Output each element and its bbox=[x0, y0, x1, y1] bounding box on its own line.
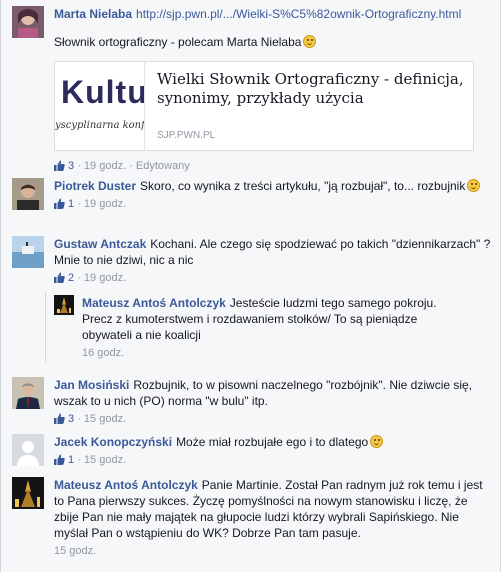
post-meta: 3 · 19 godz. · Edytowany bbox=[54, 158, 190, 174]
post: Marta Nielaba http://sjp.pwn.pl/.../Wielk… bbox=[12, 6, 492, 176]
author-name[interactable]: Mateusz Antoś Antolczyk bbox=[54, 478, 198, 492]
like-count[interactable]: 3 bbox=[54, 413, 74, 425]
preview-title[interactable]: Wielki Słownik Ortograficzny - definicja… bbox=[157, 70, 465, 108]
timestamp[interactable]: 19 godz. bbox=[84, 198, 126, 210]
like-thumb-icon bbox=[54, 160, 65, 171]
comment-body: Mateusz Antoś Antolczyk Panie Martinie. Z… bbox=[54, 477, 492, 559]
like-thumb-icon bbox=[54, 272, 65, 283]
comment: Jan Mosiński Rozbujnik, to w pisowni nacz… bbox=[12, 377, 492, 429]
reply-comment: Mateusz Antoś Antolczyk Jesteście ludzmi … bbox=[54, 295, 454, 363]
author-name[interactable]: Piotrek Duster bbox=[54, 179, 136, 193]
author-name[interactable]: Mateusz Antoś Antolczyk bbox=[82, 296, 226, 310]
comment: Mateusz Antoś Antolczyk Panie Martinie. Z… bbox=[12, 477, 492, 567]
timestamp[interactable]: 15 godz. bbox=[84, 454, 126, 466]
smile-emoji-icon bbox=[370, 435, 384, 448]
comment-text: Może miał rozbujałe ego i to dlatego bbox=[176, 435, 369, 449]
separator: · bbox=[77, 454, 81, 466]
comment-meta: 3 · 15 godz. bbox=[54, 411, 492, 427]
edited-label[interactable]: Edytowany bbox=[136, 160, 190, 172]
preview-logo-text: Kultu bbox=[61, 74, 145, 110]
comment-body: Mateusz Antoś Antolczyk Jesteście ludzmi … bbox=[82, 295, 454, 361]
post-link[interactable]: http://sjp.pwn.pl/.../Wielki-S%C5%82owni… bbox=[136, 7, 461, 21]
separator: · bbox=[77, 160, 81, 172]
separator: · bbox=[129, 160, 133, 172]
avatar-placeholder[interactable] bbox=[12, 434, 44, 466]
link-preview[interactable]: Kultu yscyplinarna konf Wielki Słownik O… bbox=[54, 61, 474, 151]
timestamp[interactable]: 16 godz. bbox=[82, 347, 124, 359]
like-thumb-icon bbox=[54, 198, 65, 209]
author-name[interactable]: Jacek Konopczyński bbox=[54, 435, 172, 449]
like-thumb-icon bbox=[54, 454, 65, 465]
preview-logo-subtext: yscyplinarna konf bbox=[55, 120, 145, 131]
comment-meta: 1 · 19 godz. bbox=[54, 196, 492, 212]
reply-thread-line bbox=[45, 292, 46, 362]
separator: · bbox=[77, 413, 81, 425]
comment-text: Skoro, co wynika z treści artykułu, "ją … bbox=[140, 179, 466, 193]
avatar[interactable] bbox=[54, 295, 74, 315]
post-text: Słownik ortograficzny - polecam Marta Ni… bbox=[54, 35, 302, 49]
author-name[interactable]: Jan Mosiński bbox=[54, 378, 129, 392]
separator: · bbox=[77, 198, 81, 210]
comment: Gustaw Antczak Kochani. Ale czego się spo… bbox=[12, 236, 492, 290]
avatar[interactable] bbox=[12, 178, 44, 210]
preview-image[interactable]: Kultu yscyplinarna konf bbox=[55, 62, 145, 150]
like-count[interactable]: 2 bbox=[54, 272, 74, 284]
comments-panel: Marta Nielaba http://sjp.pwn.pl/.../Wielk… bbox=[0, 0, 501, 572]
avatar[interactable] bbox=[12, 377, 44, 409]
like-count[interactable]: 1 bbox=[54, 454, 74, 466]
separator: · bbox=[77, 272, 81, 284]
comment: Jacek Konopczyński Może miał rozbujałe eg… bbox=[12, 434, 492, 470]
smile-emoji-icon bbox=[303, 35, 317, 48]
post-body: Marta Nielaba http://sjp.pwn.pl/.../Wielk… bbox=[54, 6, 492, 50]
comment-meta: 1 · 15 godz. bbox=[54, 452, 492, 468]
comment-meta: 16 godz. bbox=[82, 345, 454, 361]
timestamp[interactable]: 19 godz. bbox=[84, 272, 126, 284]
comment-meta: 2 · 19 godz. bbox=[54, 270, 492, 286]
avatar[interactable] bbox=[12, 236, 44, 268]
smile-emoji-icon bbox=[467, 179, 481, 192]
comment-body: Gustaw Antczak Kochani. Ale czego się spo… bbox=[54, 236, 492, 286]
comment-body: Jan Mosiński Rozbujnik, to w pisowni nacz… bbox=[54, 377, 492, 427]
comment-body: Jacek Konopczyński Może miał rozbujałe eg… bbox=[54, 434, 492, 468]
comment-body: Piotrek Duster Skoro, co wynika z treści … bbox=[54, 178, 492, 212]
timestamp[interactable]: 15 godz. bbox=[54, 545, 96, 557]
author-name[interactable]: Gustaw Antczak bbox=[54, 237, 146, 251]
comment-meta: 15 godz. bbox=[54, 543, 492, 559]
like-thumb-icon bbox=[54, 413, 65, 424]
author-name[interactable]: Marta Nielaba bbox=[54, 7, 132, 21]
like-count[interactable]: 1 bbox=[54, 198, 74, 210]
timestamp[interactable]: 15 godz. bbox=[84, 413, 126, 425]
avatar[interactable] bbox=[12, 477, 44, 509]
like-count[interactable]: 3 bbox=[54, 160, 74, 172]
avatar[interactable] bbox=[12, 6, 44, 38]
timestamp[interactable]: 19 godz. bbox=[84, 160, 126, 172]
comment: Piotrek Duster Skoro, co wynika z treści … bbox=[12, 178, 492, 228]
preview-source: SJP.PWN.PL bbox=[157, 130, 216, 141]
